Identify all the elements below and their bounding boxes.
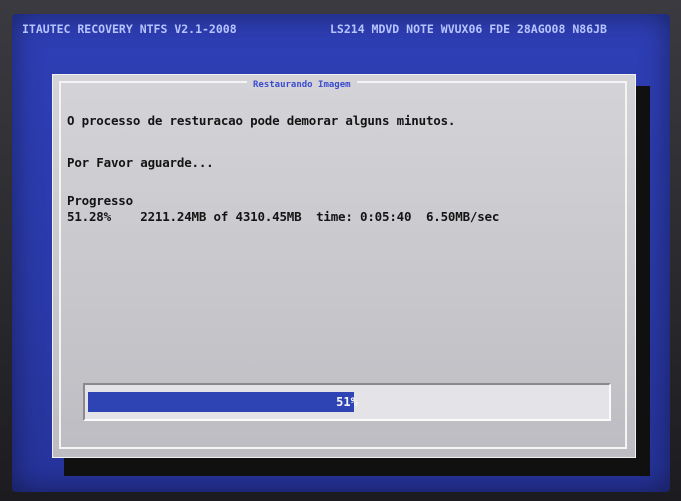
- dialog-title: Restaurando Imagem: [247, 80, 357, 90]
- restore-dialog: Restaurando Imagem O processo de restura…: [52, 74, 636, 458]
- progress-bar: 51%: [83, 383, 611, 421]
- header-bar: ITAUTEC RECOVERY NTFS V2.1-2008 LS214 MD…: [12, 14, 670, 44]
- progress-stats: 51.28% 2211.24MB of 4310.45MB time: 0:05…: [67, 209, 500, 224]
- progress-heading: Progresso: [67, 193, 133, 208]
- message-text: O processo de resturacao pode demorar al…: [67, 113, 456, 128]
- system-info: LS214 MDVD NOTE WVUX06 FDE 28AGO08 N86JB: [330, 22, 607, 36]
- recovery-screen: ITAUTEC RECOVERY NTFS V2.1-2008 LS214 MD…: [12, 14, 670, 492]
- app-title: ITAUTEC RECOVERY NTFS V2.1-2008: [22, 22, 237, 36]
- monitor-bezel: ITAUTEC RECOVERY NTFS V2.1-2008 LS214 MD…: [0, 0, 681, 501]
- wait-text: Por Favor aguarde...: [67, 155, 214, 170]
- progress-percent-label: 51%: [336, 395, 358, 409]
